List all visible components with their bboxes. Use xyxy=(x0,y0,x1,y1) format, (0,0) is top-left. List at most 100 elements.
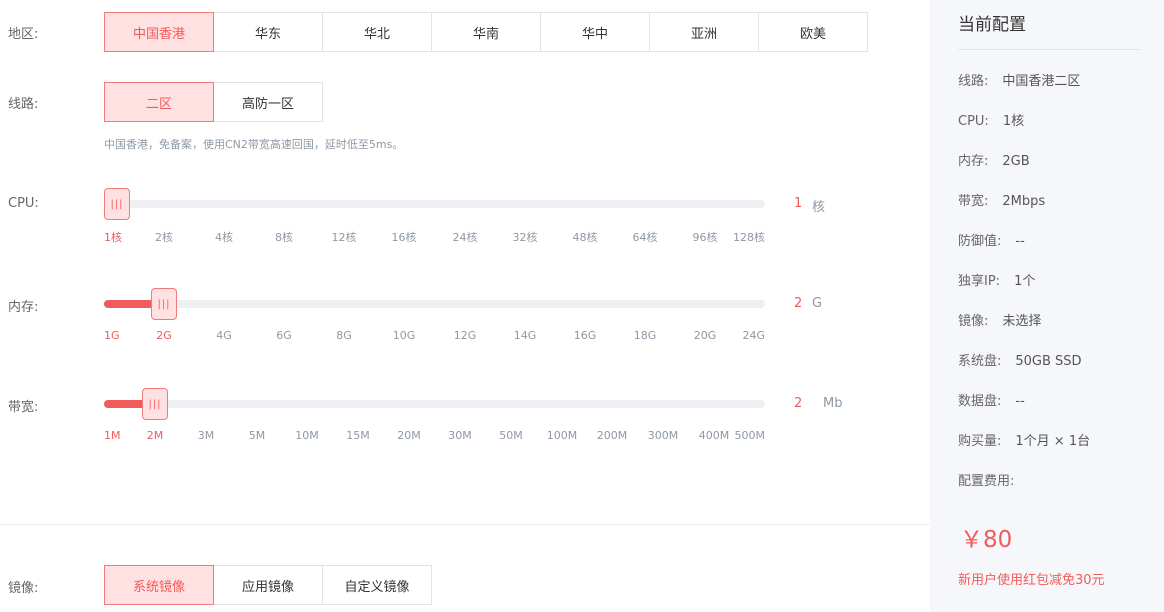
memory-value: 2 xyxy=(794,296,803,311)
memory-unit: G xyxy=(812,296,823,311)
bandwidth-unit: Mb xyxy=(823,396,843,411)
region-option[interactable]: 华东 xyxy=(213,12,323,52)
memory-tick[interactable]: 12G xyxy=(454,329,477,342)
line-option[interactable]: 二区 xyxy=(104,82,214,122)
summary-item-key: 防御值: xyxy=(958,234,1002,249)
bandwidth-tick[interactable]: 15M xyxy=(346,429,370,442)
config-summary-panel: 当前配置 线路: 中国香港二区 CPU: 1核 内存: 2GB 带宽: 2Mbps 防御值: --… xyxy=(930,0,1164,612)
cpu-label: CPU: xyxy=(8,196,39,211)
memory-slider-handle[interactable]: ||| xyxy=(151,288,177,320)
region-label: 地区: xyxy=(8,27,39,42)
summary-item: 配置费用: xyxy=(958,470,1028,489)
memory-tick[interactable]: 6G xyxy=(276,329,292,342)
summary-item: 内存: 2GB xyxy=(958,150,1030,169)
region-option[interactable]: 华北 xyxy=(322,12,432,52)
summary-title: 当前配置 xyxy=(958,15,1026,35)
summary-item-key: 数据盘: xyxy=(958,394,1002,409)
cpu-value: 1 xyxy=(794,196,803,211)
bandwidth-tick[interactable]: 3M xyxy=(198,429,215,442)
cpu-tick[interactable]: 128核 xyxy=(733,229,765,245)
bandwidth-tick[interactable]: 2M xyxy=(147,429,164,442)
memory-tick[interactable]: 1G xyxy=(104,329,120,342)
summary-item: 镜像: 未选择 xyxy=(958,310,1041,329)
summary-item-value: 50GB SSD xyxy=(1015,354,1082,369)
region-option[interactable]: 亚洲 xyxy=(649,12,759,52)
image-option[interactable]: 系统镜像 xyxy=(104,565,214,605)
summary-item: 数据盘: -- xyxy=(958,390,1025,409)
bandwidth-tick[interactable]: 1M xyxy=(104,429,121,442)
cpu-tick[interactable]: 32核 xyxy=(513,229,538,245)
summary-item-key: 配置费用: xyxy=(958,474,1015,489)
memory-tick[interactable]: 16G xyxy=(574,329,597,342)
region-option[interactable]: 华南 xyxy=(431,12,541,52)
summary-item-key: 线路: xyxy=(958,74,989,89)
cpu-tick[interactable]: 4核 xyxy=(215,229,233,245)
memory-tick[interactable]: 20G xyxy=(694,329,717,342)
region-option[interactable]: 华中 xyxy=(540,12,650,52)
bandwidth-tick[interactable]: 200M xyxy=(597,429,628,442)
memory-tick[interactable]: 14G xyxy=(514,329,537,342)
bandwidth-tick[interactable]: 100M xyxy=(547,429,578,442)
summary-item: 独享IP: 1个 xyxy=(958,270,1035,289)
cpu-tick[interactable]: 2核 xyxy=(155,229,173,245)
summary-item-key: 带宽: xyxy=(958,194,989,209)
cpu-tick[interactable]: 12核 xyxy=(332,229,357,245)
memory-tick[interactable]: 18G xyxy=(634,329,657,342)
image-option[interactable]: 应用镜像 xyxy=(213,565,323,605)
summary-item: 防御值: -- xyxy=(958,230,1025,249)
memory-slider[interactable]: ||| xyxy=(104,288,765,320)
cpu-tick[interactable]: 24核 xyxy=(453,229,478,245)
line-option[interactable]: 高防一区 xyxy=(213,82,323,122)
summary-item-value: 2Mbps xyxy=(1002,194,1046,209)
region-option[interactable]: 欧美 xyxy=(758,12,868,52)
bandwidth-tick[interactable]: 20M xyxy=(397,429,421,442)
bandwidth-tick[interactable]: 400M xyxy=(699,429,730,442)
memory-ticks: 1G 2G 4G 6G 8G 10G 12G 14G 16G 18G 20G 24G xyxy=(104,329,765,345)
region-option[interactable]: 中国香港 xyxy=(104,12,214,52)
bandwidth-tick[interactable]: 50M xyxy=(499,429,523,442)
summary-item-key: 系统盘: xyxy=(958,354,1002,369)
summary-item-value: -- xyxy=(1015,234,1025,249)
cpu-tick[interactable]: 8核 xyxy=(275,229,293,245)
summary-item: 线路: 中国香港二区 xyxy=(958,70,1080,89)
summary-item-value: -- xyxy=(1015,394,1025,409)
config-main: 地区: 中国香港 华东 华北 华南 华中 亚洲 欧美 线路: 二区 高防一区 中国香港，免备案… xyxy=(0,0,930,612)
cpu-tick[interactable]: 96核 xyxy=(693,229,718,245)
summary-item-value: 1个 xyxy=(1014,274,1036,289)
promo-text: 新用户使用红包减免30元 xyxy=(958,573,1105,588)
memory-tick[interactable]: 4G xyxy=(216,329,232,342)
bandwidth-ticks: 1M 2M 3M 5M 10M 15M 20M 30M 50M 100M 200M 300M 400M 5… xyxy=(104,429,765,445)
cpu-tick[interactable]: 16核 xyxy=(392,229,417,245)
memory-tick[interactable]: 2G xyxy=(156,329,172,342)
summary-item-value: 中国香港二区 xyxy=(1002,74,1081,89)
cpu-tick[interactable]: 64核 xyxy=(633,229,658,245)
bandwidth-value: 2 xyxy=(794,396,803,411)
cpu-tick[interactable]: 48核 xyxy=(573,229,598,245)
summary-item-key: 独享IP: xyxy=(958,274,1001,289)
bandwidth-tick[interactable]: 5M xyxy=(249,429,266,442)
bandwidth-tick[interactable]: 500M xyxy=(735,429,766,442)
summary-item: 购买量: 1个月 × 1台 xyxy=(958,430,1090,449)
bandwidth-slider[interactable]: ||| xyxy=(104,388,765,420)
cpu-tick[interactable]: 1核 xyxy=(104,229,122,245)
cpu-slider[interactable]: ||| xyxy=(104,188,765,220)
cpu-ticks: 1核 2核 4核 8核 12核 16核 24核 32核 48核 64核 96核 128核 xyxy=(104,229,765,245)
bandwidth-slider-handle[interactable]: ||| xyxy=(142,388,168,420)
summary-item-key: CPU: xyxy=(958,114,989,129)
memory-tick[interactable]: 24G xyxy=(742,329,765,342)
summary-divider xyxy=(958,49,1140,50)
summary-item: 系统盘: 50GB SSD xyxy=(958,350,1082,369)
line-options: 二区 高防一区 xyxy=(104,82,323,122)
cpu-slider-handle[interactable]: ||| xyxy=(104,188,130,220)
line-label: 线路: xyxy=(8,97,39,112)
bandwidth-tick[interactable]: 10M xyxy=(295,429,319,442)
image-option[interactable]: 自定义镜像 xyxy=(322,565,432,605)
memory-label: 内存: xyxy=(8,300,39,315)
memory-tick[interactable]: 10G xyxy=(393,329,416,342)
summary-item: 带宽: 2Mbps xyxy=(958,190,1045,209)
bandwidth-tick[interactable]: 30M xyxy=(448,429,472,442)
memory-tick[interactable]: 8G xyxy=(336,329,352,342)
line-hint: 中国香港，免备案，使用CN2带宽高速回国，延时低至5ms。 xyxy=(104,138,404,151)
region-options: 中国香港 华东 华北 华南 华中 亚洲 欧美 xyxy=(104,12,868,52)
bandwidth-tick[interactable]: 300M xyxy=(648,429,679,442)
